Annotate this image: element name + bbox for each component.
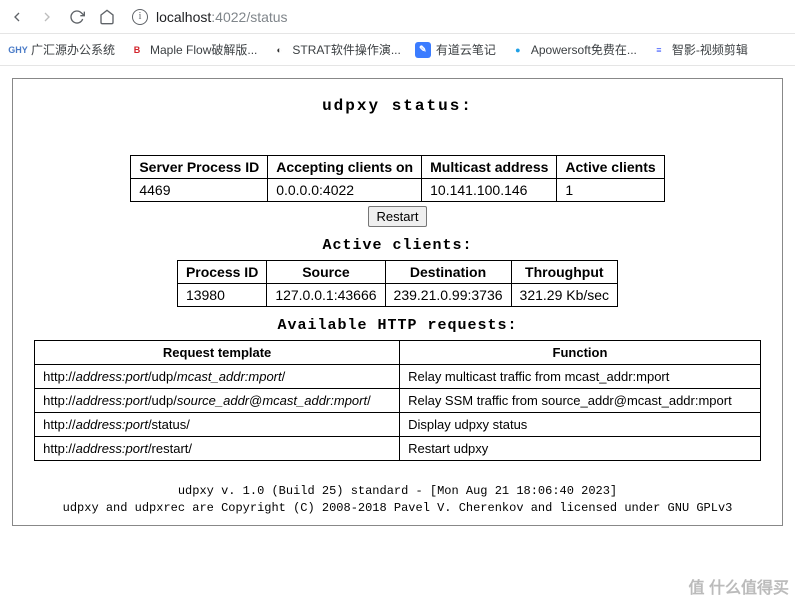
cell-destination: 239.21.0.99:3736 — [385, 284, 511, 307]
table-row: http://address:port/status/Display udpxy… — [35, 413, 761, 437]
http-requests-table: Request template Function http://address… — [34, 340, 761, 461]
bookmark-item[interactable]: ● Apowersoft免费在... — [510, 41, 637, 58]
bookmark-label: 广汇源办公系统 — [31, 41, 115, 58]
cell-function: Display udpxy status — [400, 413, 761, 437]
bookmark-item[interactable]: ◐ STRAT软件操作演... — [271, 41, 400, 58]
bookmarks-bar: GHY 广汇源办公系统 B Maple Flow破解版... ◐ STRAT软件操作演..… — [0, 34, 795, 66]
th-mcast: Multicast address — [422, 156, 557, 179]
th-process-id: Process ID — [177, 261, 266, 284]
cell-function: Relay SSM traffic from source_addr@mcast… — [400, 389, 761, 413]
th-source: Source — [267, 261, 385, 284]
table-row: 13980 127.0.0.1:43666 239.21.0.99:3736 3… — [177, 284, 617, 307]
footer-copyright: udpxy and udpxrec are Copyright (C) 2008… — [19, 500, 776, 517]
bookmark-label: Maple Flow破解版... — [150, 41, 257, 58]
th-active-clients: Active clients — [557, 156, 664, 179]
footer: udpxy v. 1.0 (Build 25) standard - [Mon … — [19, 483, 776, 517]
bookmark-favicon: ◐ — [271, 42, 287, 58]
status-frame: udpxy status: Server Process ID Acceptin… — [12, 78, 783, 526]
th-request-template: Request template — [35, 341, 400, 365]
cell-source: 127.0.0.1:43666 — [267, 284, 385, 307]
bookmark-label: Apowersoft免费在... — [531, 41, 637, 58]
home-button[interactable] — [98, 8, 116, 26]
cell-active-clients: 1 — [557, 179, 664, 202]
cell-mcast: 10.141.100.146 — [422, 179, 557, 202]
cell-function: Restart udpxy — [400, 437, 761, 461]
cell-function: Relay multicast traffic from mcast_addr:… — [400, 365, 761, 389]
browser-toolbar: i localhost:4022/status — [0, 0, 795, 34]
bookmark-favicon: ✎ — [415, 42, 431, 58]
bookmark-favicon: B — [129, 42, 145, 58]
restart-button[interactable]: Restart — [368, 206, 428, 227]
bookmark-label: 智影-视频剪辑 — [672, 41, 748, 58]
bookmark-label: STRAT软件操作演... — [292, 41, 400, 58]
server-status-table: Server Process ID Accepting clients on M… — [130, 155, 664, 202]
back-button[interactable] — [8, 8, 26, 26]
bookmark-item[interactable]: B Maple Flow破解版... — [129, 41, 257, 58]
th-function: Function — [400, 341, 761, 365]
bookmark-label: 有道云笔记 — [436, 41, 496, 58]
forward-button[interactable] — [38, 8, 56, 26]
cell-process-id: 13980 — [177, 284, 266, 307]
th-throughput: Throughput — [511, 261, 618, 284]
footer-version: udpxy v. 1.0 (Build 25) standard - [Mon … — [19, 483, 776, 500]
page-title: udpxy status: — [19, 97, 776, 115]
bookmark-item[interactable]: ✎ 有道云笔记 — [415, 41, 496, 58]
th-server-pid: Server Process ID — [131, 156, 268, 179]
bookmark-favicon: GHY — [10, 42, 26, 58]
active-clients-table: Process ID Source Destination Throughput… — [177, 260, 618, 307]
bookmark-item[interactable]: GHY 广汇源办公系统 — [10, 41, 115, 58]
url-text: localhost:4022/status — [156, 9, 288, 25]
address-bar[interactable]: i localhost:4022/status — [128, 4, 787, 30]
bookmark-favicon: ● — [510, 42, 526, 58]
table-row: 4469 0.0.0.0:4022 10.141.100.146 1 — [131, 179, 664, 202]
reload-button[interactable] — [68, 8, 86, 26]
page-content: udpxy status: Server Process ID Acceptin… — [0, 66, 795, 538]
cell-request-template: http://address:port/status/ — [35, 413, 400, 437]
active-clients-title: Active clients: — [19, 237, 776, 254]
cell-request-template: http://address:port/udp/mcast_addr:mport… — [35, 365, 400, 389]
cell-throughput: 321.29 Kb/sec — [511, 284, 618, 307]
th-accepting: Accepting clients on — [268, 156, 422, 179]
watermark: 值 什么值得买 — [689, 574, 789, 598]
bookmark-item[interactable]: ≡ 智影-视频剪辑 — [651, 41, 748, 58]
http-requests-title: Available HTTP requests: — [19, 317, 776, 334]
cell-request-template: http://address:port/udp/source_addr@mcas… — [35, 389, 400, 413]
cell-accepting: 0.0.0.0:4022 — [268, 179, 422, 202]
th-destination: Destination — [385, 261, 511, 284]
cell-server-pid: 4469 — [131, 179, 268, 202]
bookmark-favicon: ≡ — [651, 42, 667, 58]
site-info-icon[interactable]: i — [132, 9, 148, 25]
table-row: http://address:port/udp/source_addr@mcas… — [35, 389, 761, 413]
table-row: http://address:port/udp/mcast_addr:mport… — [35, 365, 761, 389]
table-row: http://address:port/restart/Restart udpx… — [35, 437, 761, 461]
cell-request-template: http://address:port/restart/ — [35, 437, 400, 461]
